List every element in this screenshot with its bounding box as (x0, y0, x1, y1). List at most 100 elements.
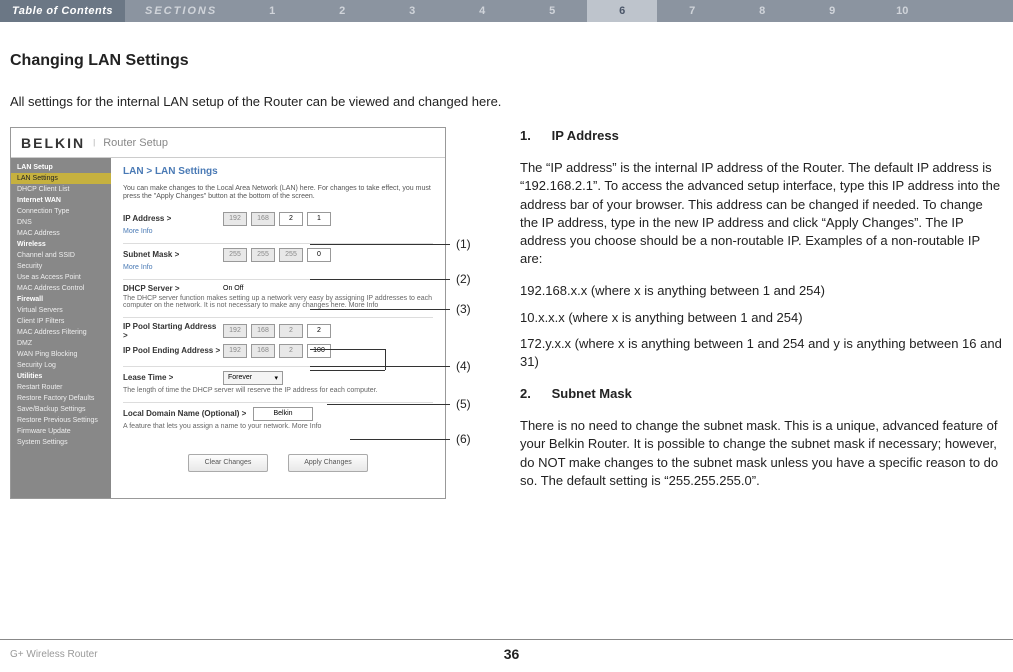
sidebar-item[interactable]: LAN Setup (11, 162, 111, 173)
subnet-octet-2: 255 (251, 248, 275, 262)
callout-2: (2) (310, 272, 471, 286)
page-footer: G+ Wireless Router 36 (0, 639, 1013, 662)
sidebar-item[interactable]: Restore Factory Defaults (11, 393, 111, 404)
pool-end-4[interactable]: 100 (307, 344, 331, 358)
callout-4-bracket (385, 349, 386, 370)
dhcp-label: DHCP Server > (123, 284, 223, 293)
section-2-head: 2. Subnet Mask (520, 385, 1003, 403)
sidebar-item[interactable]: DNS (11, 217, 111, 228)
subnet-octet-3: 255 (279, 248, 303, 262)
sidebar-item[interactable]: Use as Access Point (11, 272, 111, 283)
sidebar-item[interactable]: Save/Backup Settings (11, 404, 111, 415)
section-1-title: IP Address (552, 128, 619, 143)
section-1-num: 1. (520, 127, 548, 145)
dhcp-radios[interactable]: On Off (223, 285, 244, 292)
sidebar-item[interactable]: System Settings (11, 437, 111, 448)
pool-start-label: IP Pool Starting Address > (123, 322, 223, 340)
subnet-more-info[interactable]: More Info (123, 264, 433, 271)
callout-1-label: (1) (456, 237, 471, 251)
logo-divider: | (93, 138, 95, 147)
callout-5: (5) (327, 397, 471, 411)
sidebar-item[interactable]: Firmware Update (11, 426, 111, 437)
ip-octet-1: 192 (223, 212, 247, 226)
sidebar-item[interactable]: Internet WAN (11, 195, 111, 206)
nav-section-8[interactable]: 8 (727, 5, 797, 17)
ip-octet-3[interactable]: 2 (279, 212, 303, 226)
pool-start-1: 192 (223, 324, 247, 338)
pool-start-4[interactable]: 2 (307, 324, 331, 338)
clear-changes-button[interactable]: Clear Changes (188, 454, 268, 472)
example-2: 10.x.x.x (where x is anything between 1 … (520, 309, 1003, 327)
sidebar-item[interactable]: Restart Router (11, 382, 111, 393)
section-1-body: The “IP address” is the internal IP addr… (520, 159, 1003, 268)
footer-page-num: 36 (344, 646, 678, 662)
screenshot-sidebar: LAN SetupLAN SettingsDHCP Client ListInt… (11, 158, 111, 498)
sidebar-item[interactable]: Utilities (11, 371, 111, 382)
sidebar-item[interactable]: DMZ (11, 338, 111, 349)
sidebar-item[interactable]: Security (11, 261, 111, 272)
nav-section-1[interactable]: 1 (237, 5, 307, 17)
screenshot-column: BELKIN | Router Setup LAN SetupLAN Setti… (10, 127, 500, 504)
sidebar-item[interactable]: Firewall (11, 294, 111, 305)
callout-1: (1) (310, 237, 471, 251)
section-2-body: There is no need to change the subnet ma… (520, 417, 1003, 490)
section-1-head: 1. IP Address (520, 127, 1003, 145)
nav-toc-link[interactable]: Table of Contents (0, 0, 125, 22)
pool-end-2: 168 (251, 344, 275, 358)
sidebar-item[interactable]: LAN Settings (11, 173, 111, 184)
pool-end-1: 192 (223, 344, 247, 358)
sidebar-item[interactable]: Virtual Servers (11, 305, 111, 316)
pool-start-2: 168 (251, 324, 275, 338)
ip-octet-4[interactable]: 1 (307, 212, 331, 226)
callout-6-label: (6) (456, 432, 471, 446)
callout-6: (6) (350, 432, 471, 446)
lease-note: The length of time the DHCP server will … (123, 387, 433, 394)
subnet-label: Subnet Mask > (123, 250, 223, 259)
ip-more-info[interactable]: More Info (123, 228, 433, 235)
sidebar-item[interactable]: DHCP Client List (11, 184, 111, 195)
ip-octet-2: 168 (251, 212, 275, 226)
callout-4-label: (4) (456, 359, 471, 373)
lease-label: Lease Time > (123, 373, 223, 382)
callout-4-bottom (310, 370, 385, 371)
subnet-octet-1: 255 (223, 248, 247, 262)
page-heading: Changing LAN Settings (10, 52, 1003, 70)
sidebar-item[interactable]: MAC Address (11, 228, 111, 239)
lease-value: Forever (228, 374, 252, 381)
screenshot-breadcrumb: LAN > LAN Settings (123, 166, 433, 177)
section-2-title: Subnet Mask (552, 386, 632, 401)
sidebar-item[interactable]: Wireless (11, 239, 111, 250)
content-column: 1. IP Address The “IP address” is the in… (520, 127, 1003, 504)
nav-section-7[interactable]: 7 (657, 5, 727, 17)
sidebar-item[interactable]: MAC Address Control (11, 283, 111, 294)
callout-4-top (310, 349, 385, 350)
callout-3: (3) (310, 302, 471, 316)
nav-section-9[interactable]: 9 (797, 5, 867, 17)
callout-5-label: (5) (456, 397, 471, 411)
nav-section-10[interactable]: 10 (867, 5, 937, 17)
nav-section-6[interactable]: 6 (587, 0, 657, 22)
ip-address-label: IP Address > (123, 214, 223, 223)
domain-label: Local Domain Name (Optional) > (123, 409, 253, 418)
sidebar-item[interactable]: Channel and SSID (11, 250, 111, 261)
domain-input[interactable]: Belkin (253, 407, 313, 421)
sidebar-item[interactable]: WAN Ping Blocking (11, 349, 111, 360)
apply-changes-button[interactable]: Apply Changes (288, 454, 368, 472)
callout-3-label: (3) (456, 302, 471, 316)
sidebar-item[interactable]: MAC Address Filtering (11, 327, 111, 338)
domain-note: A feature that lets you assign a name to… (123, 423, 433, 430)
nav-section-4[interactable]: 4 (447, 5, 517, 17)
nav-section-2[interactable]: 2 (307, 5, 377, 17)
lease-select[interactable]: Forever ▾ (223, 371, 283, 385)
intro-text: All settings for the internal LAN setup … (10, 94, 1003, 109)
pool-end-3: 2 (279, 344, 303, 358)
example-1: 192.168.x.x (where x is anything between… (520, 282, 1003, 300)
sidebar-item[interactable]: Restore Previous Settings (11, 415, 111, 426)
nav-section-5[interactable]: 5 (517, 5, 587, 17)
screenshot-title: Router Setup (103, 137, 168, 149)
nav-section-3[interactable]: 3 (377, 5, 447, 17)
sidebar-item[interactable]: Security Log (11, 360, 111, 371)
pool-end-label: IP Pool Ending Address > (123, 346, 223, 355)
sidebar-item[interactable]: Client IP Filters (11, 316, 111, 327)
sidebar-item[interactable]: Connection Type (11, 206, 111, 217)
